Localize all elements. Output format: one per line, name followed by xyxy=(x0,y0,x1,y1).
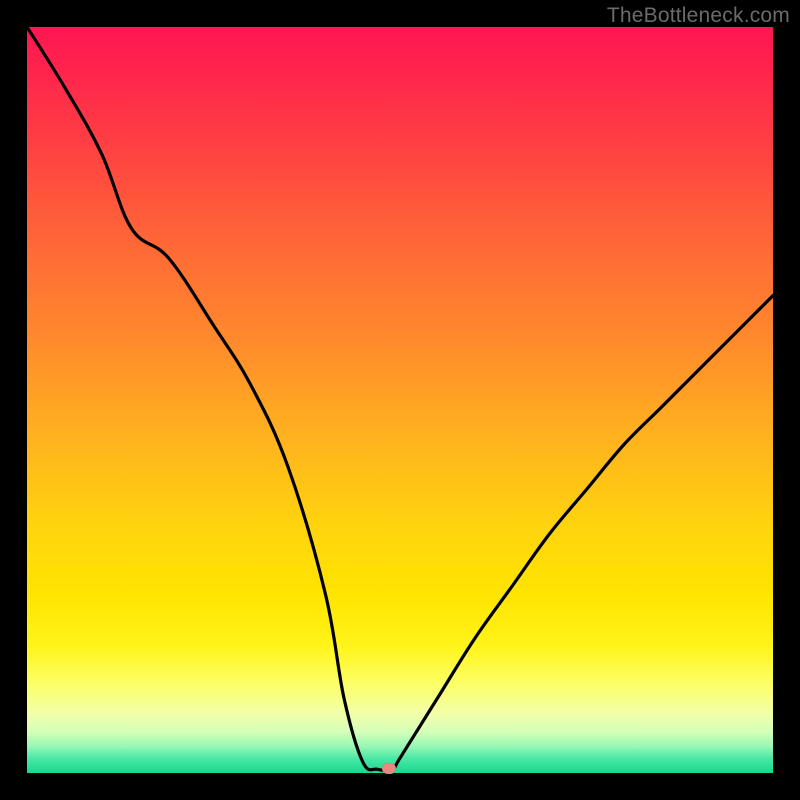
watermark-text: TheBottleneck.com xyxy=(607,4,790,28)
plot-area xyxy=(27,27,773,773)
optimum-marker xyxy=(382,763,396,774)
chart-frame: TheBottleneck.com xyxy=(0,0,800,800)
bottleneck-curve xyxy=(27,27,773,773)
